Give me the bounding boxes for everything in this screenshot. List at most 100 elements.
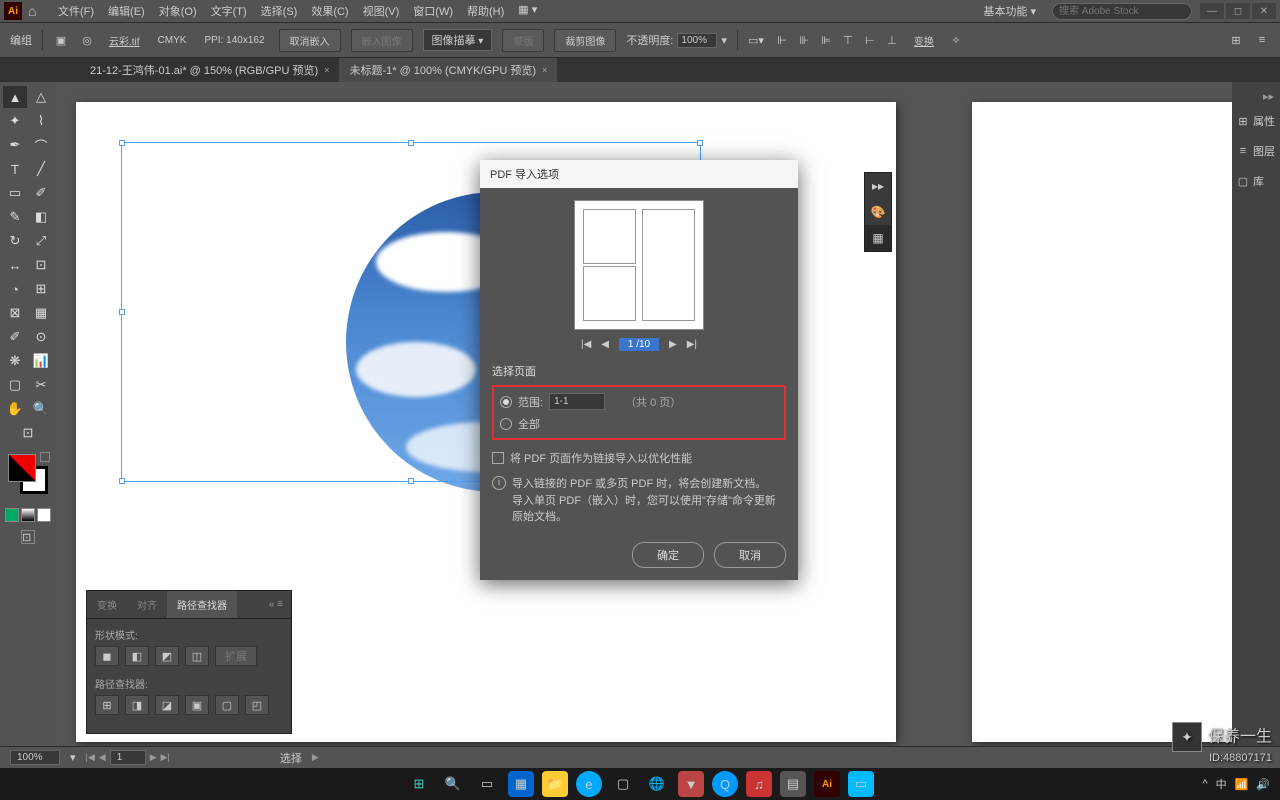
- transform-link[interactable]: 变换: [910, 31, 938, 50]
- scale-tool[interactable]: ⤢: [29, 230, 53, 252]
- minimize-button[interactable]: —: [1200, 3, 1224, 19]
- artboard-input[interactable]: [110, 750, 146, 765]
- align-left-icon[interactable]: ⊩: [774, 32, 790, 48]
- search-input[interactable]: [1052, 3, 1192, 20]
- shaper-tool[interactable]: ✎: [3, 206, 27, 228]
- pathfinder-panel[interactable]: 变换 对齐 路径查找器 « ≡ 形状模式: ◼ ◧ ◩ ◫ 扩展 路径查找器: …: [86, 590, 292, 734]
- shape-builder-tool[interactable]: ◔: [3, 278, 27, 300]
- line-tool[interactable]: ╱: [29, 158, 53, 180]
- align-tab[interactable]: 对齐: [127, 591, 167, 618]
- perspective-tool[interactable]: ⊞: [29, 278, 53, 300]
- widgets-icon[interactable]: ▦: [508, 771, 534, 797]
- transform-tab[interactable]: 变换: [87, 591, 127, 618]
- rotate-tool[interactable]: ↻: [3, 230, 27, 252]
- crop-pf-icon[interactable]: ▣: [185, 695, 209, 715]
- hand-tool[interactable]: ✋: [3, 398, 27, 420]
- ime-icon[interactable]: 中: [1216, 776, 1227, 792]
- linked-file[interactable]: 云彩.tif: [105, 31, 144, 50]
- mesh-tool[interactable]: ⊠: [3, 302, 27, 324]
- minus-back-icon[interactable]: ◰: [245, 695, 269, 715]
- close-icon[interactable]: ×: [324, 65, 329, 75]
- eyedropper-tool[interactable]: ✐: [3, 326, 27, 348]
- pen-tool[interactable]: ✒: [3, 134, 27, 156]
- panel-menu-icon[interactable]: ≡: [1254, 32, 1270, 48]
- zoom-dropdown[interactable]: ▾: [70, 751, 76, 764]
- color-panel-icon[interactable]: 🎨: [865, 199, 891, 225]
- prev-artboard-icon[interactable]: ◀: [99, 752, 106, 763]
- align-center-icon[interactable]: ⊪: [796, 32, 812, 48]
- slice-tool[interactable]: ✂: [29, 374, 53, 396]
- search-icon[interactable]: 🔍: [440, 771, 466, 797]
- panel-menu-icon[interactable]: « ≡: [261, 595, 291, 614]
- free-transform-tool[interactable]: ⊡: [29, 254, 53, 276]
- artboard-tool[interactable]: ▢: [3, 374, 27, 396]
- divide-icon[interactable]: ⊞: [95, 695, 119, 715]
- home-icon[interactable]: ⌂: [28, 3, 48, 19]
- edge-icon[interactable]: e: [576, 771, 602, 797]
- volume-icon[interactable]: 🔊: [1256, 778, 1270, 791]
- close-button[interactable]: ✕: [1252, 3, 1276, 19]
- menu-file[interactable]: 文件(F): [58, 3, 94, 19]
- workspace-selector[interactable]: 基本功能 ▾: [975, 1, 1044, 21]
- screen-mode-btn[interactable]: ⊡: [21, 530, 35, 544]
- first-artboard-icon[interactable]: |◀: [86, 752, 95, 763]
- menu-grid-icon[interactable]: ▦ ▾: [518, 3, 537, 19]
- prev-page-icon[interactable]: ◀: [601, 339, 609, 350]
- last-page-icon[interactable]: ▶|: [687, 339, 697, 350]
- lasso-tool[interactable]: ⌇: [29, 110, 53, 132]
- trace-selector[interactable]: 图像描摹 ▾: [423, 29, 493, 51]
- cancel-embed-button[interactable]: 取消嵌入: [279, 29, 341, 52]
- app5-icon[interactable]: ▭: [848, 771, 874, 797]
- first-page-icon[interactable]: |◀: [581, 339, 591, 350]
- panel-collapse-icon[interactable]: ▸▸: [865, 173, 891, 199]
- none-mode-btn[interactable]: [37, 508, 51, 522]
- target-icon[interactable]: ◎: [79, 32, 95, 48]
- align-right-icon[interactable]: ⊫: [818, 32, 834, 48]
- menu-select[interactable]: 选择(S): [261, 3, 298, 19]
- intersect-icon[interactable]: ◩: [155, 646, 179, 666]
- align-bot-icon[interactable]: ⊥: [884, 32, 900, 48]
- curvature-tool[interactable]: ⌒: [29, 134, 53, 156]
- menu-window[interactable]: 窗口(W): [413, 3, 453, 19]
- taskview-icon[interactable]: ▭: [474, 771, 500, 797]
- ai-taskbar-icon[interactable]: Ai: [814, 771, 840, 797]
- link-checkbox[interactable]: [492, 452, 504, 464]
- menu-object[interactable]: 对象(O): [159, 3, 197, 19]
- trim-icon[interactable]: ◨: [125, 695, 149, 715]
- crop-button[interactable]: 裁剪图像: [554, 29, 616, 52]
- floating-panel[interactable]: ▸▸ 🎨 ▦: [864, 172, 892, 252]
- type-tool[interactable]: T: [3, 158, 27, 180]
- start-icon[interactable]: ⊞: [406, 771, 432, 797]
- zoom-input[interactable]: [10, 750, 60, 765]
- libraries-panel[interactable]: ▢库: [1234, 167, 1278, 195]
- align-mid-icon[interactable]: ⊢: [862, 32, 878, 48]
- next-artboard-icon[interactable]: ▶: [150, 752, 157, 763]
- align-icon[interactable]: ▭▾: [748, 32, 764, 48]
- selection-tool[interactable]: ▲: [3, 86, 27, 108]
- close-icon[interactable]: ×: [542, 65, 547, 75]
- menu-view[interactable]: 视图(V): [363, 3, 400, 19]
- blend-tool[interactable]: ⊙: [29, 326, 53, 348]
- swatches-panel-icon[interactable]: ▦: [865, 225, 891, 251]
- cancel-button[interactable]: 取消: [714, 542, 786, 568]
- tray-chevron-icon[interactable]: ^: [1202, 778, 1207, 790]
- maximize-button[interactable]: ◻: [1226, 3, 1250, 19]
- opacity-input[interactable]: [677, 33, 717, 48]
- wifi-icon[interactable]: 📶: [1235, 778, 1249, 791]
- ok-button[interactable]: 确定: [632, 542, 704, 568]
- transform-icon[interactable]: ✧: [948, 32, 964, 48]
- menu-help[interactable]: 帮助(H): [467, 3, 504, 19]
- outline-icon[interactable]: ▢: [215, 695, 239, 715]
- qq-icon[interactable]: Q: [712, 771, 738, 797]
- width-tool[interactable]: ↔: [3, 254, 27, 276]
- magic-wand-tool[interactable]: ✦: [3, 110, 27, 132]
- menu-effect[interactable]: 效果(C): [311, 3, 348, 19]
- range-input[interactable]: [549, 393, 605, 410]
- graph-tool[interactable]: 📊: [29, 350, 53, 372]
- expand-icon[interactable]: ▸▸: [1257, 88, 1280, 105]
- exclude-icon[interactable]: ◫: [185, 646, 209, 666]
- app1-icon[interactable]: ▢: [610, 771, 636, 797]
- pathfinder-tab[interactable]: 路径查找器: [167, 591, 237, 618]
- link-icon[interactable]: ▣: [53, 32, 69, 48]
- app4-icon[interactable]: ▤: [780, 771, 806, 797]
